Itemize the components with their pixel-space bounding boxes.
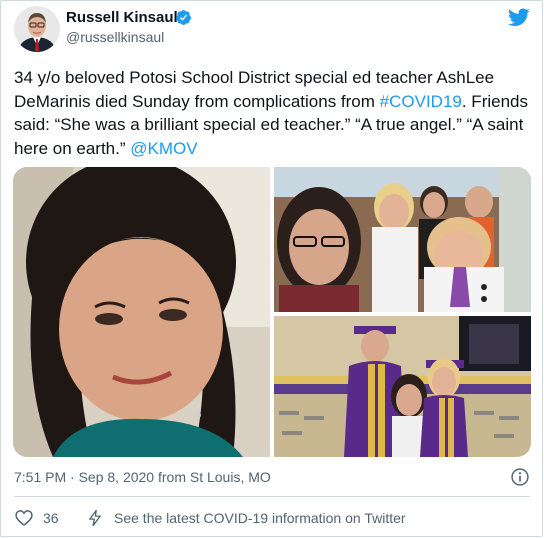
author-name[interactable]: Russell Kinsaul — [66, 9, 178, 26]
lightning-bolt-icon — [89, 509, 101, 527]
photo-graduation[interactable] — [274, 316, 531, 457]
hashtag-link[interactable]: #COVID19 — [380, 92, 462, 111]
photo-selfie[interactable] — [13, 167, 270, 457]
info-icon[interactable] — [510, 467, 530, 487]
verified-badge-icon — [176, 10, 191, 25]
media-grid — [13, 167, 531, 457]
tweet-text: 34 y/o beloved Potosi School District sp… — [14, 66, 534, 160]
covid-info-link[interactable]: See the latest COVID-19 information on T… — [114, 510, 406, 526]
tweet-timestamp[interactable]: 7:51 PM · Sep 8, 2020 from St Louis, MO — [14, 469, 271, 485]
like-count[interactable]: 36 — [43, 510, 59, 526]
photo-group-christmas[interactable] — [274, 167, 531, 312]
author-avatar[interactable] — [14, 6, 60, 52]
twitter-bird-icon[interactable] — [506, 6, 532, 28]
author-handle[interactable]: @russellkinsaul — [66, 29, 164, 45]
mention-link[interactable]: @KMOV — [130, 139, 197, 158]
divider — [14, 496, 530, 497]
heart-icon[interactable] — [14, 508, 34, 528]
